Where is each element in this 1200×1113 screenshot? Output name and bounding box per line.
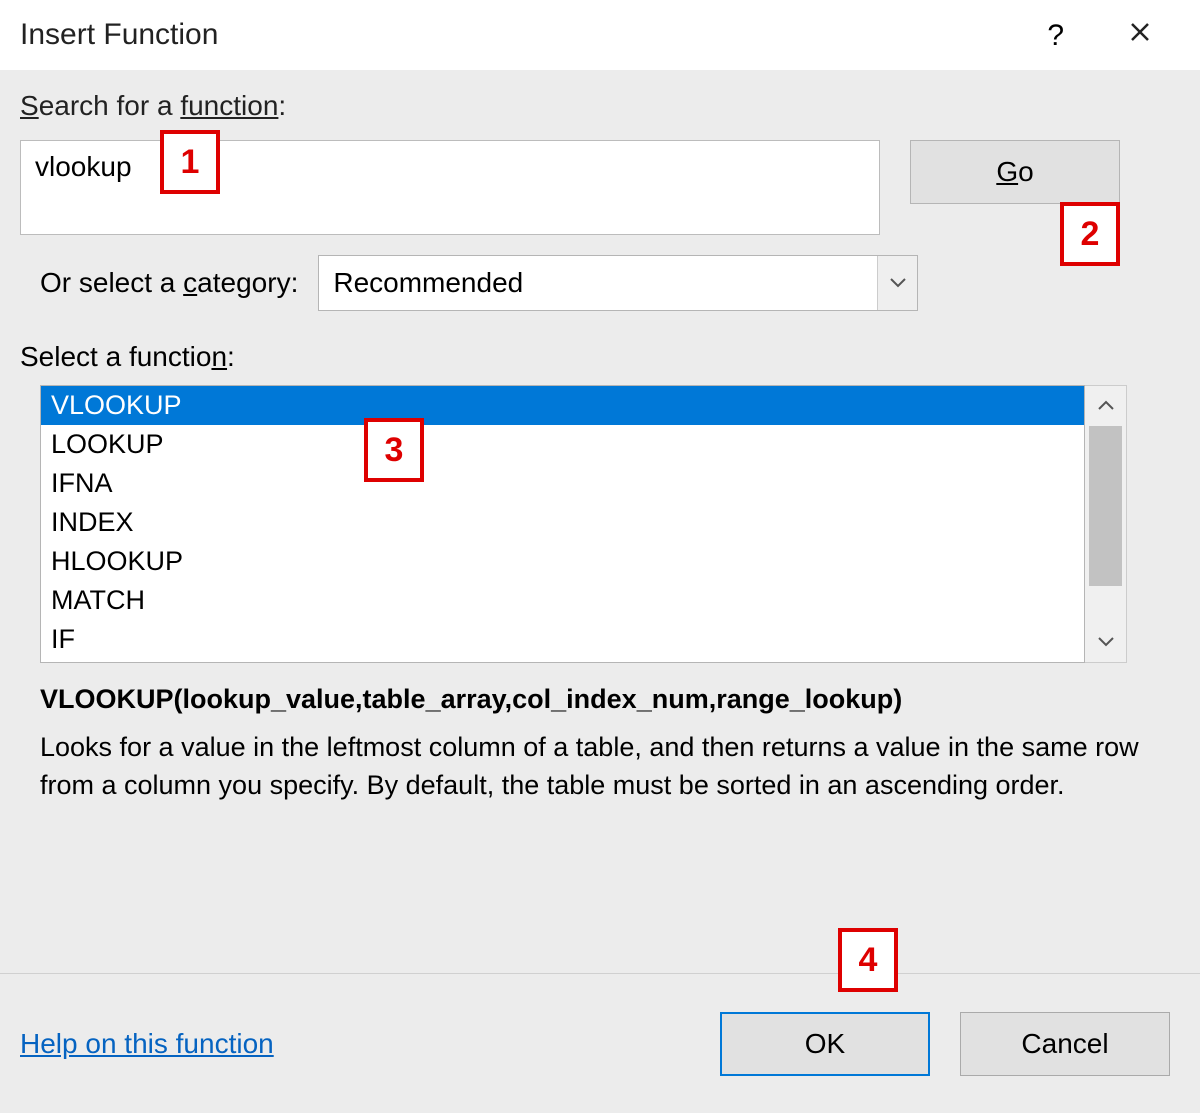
list-item[interactable]: INDEX [41, 503, 1084, 542]
close-button[interactable] [1120, 12, 1160, 52]
footer: Help on this function OK Cancel [0, 973, 1200, 1113]
search-row: Go [20, 140, 1180, 235]
list-item[interactable]: IFNA [41, 464, 1084, 503]
chevron-down-icon [877, 256, 917, 310]
list-item[interactable]: MATCH [41, 581, 1084, 620]
description-area: VLOOKUP(lookup_value,table_array,col_ind… [40, 681, 1160, 804]
function-signature: VLOOKUP(lookup_value,table_array,col_ind… [40, 681, 1160, 719]
function-description: Looks for a value in the leftmost column… [40, 729, 1160, 805]
listbox-container: VLOOKUPLOOKUPIFNAINDEXHLOOKUPMATCHIF [40, 385, 1180, 663]
function-listbox[interactable]: VLOOKUPLOOKUPIFNAINDEXHLOOKUPMATCHIF [40, 385, 1085, 663]
footer-buttons: OK Cancel [720, 1012, 1170, 1076]
close-icon [1128, 20, 1152, 44]
scroll-up-icon[interactable] [1085, 386, 1126, 426]
cancel-button[interactable]: Cancel [960, 1012, 1170, 1076]
dialog-title: Insert Function [20, 18, 218, 52]
search-input[interactable] [20, 140, 880, 235]
go-button[interactable]: Go [910, 140, 1120, 204]
category-row: Or select a category: Recommended [40, 255, 1180, 311]
dialog-body: Search for a function: Go Or select a ca… [0, 70, 1200, 804]
help-link[interactable]: Help on this function [20, 1028, 274, 1060]
search-label: Search for a function: [20, 90, 1180, 122]
list-item[interactable]: LOOKUP [41, 425, 1084, 464]
help-button[interactable]: ? [1041, 18, 1070, 54]
category-selected-value: Recommended [333, 267, 523, 299]
scroll-thumb[interactable] [1089, 426, 1122, 586]
category-select[interactable]: Recommended [318, 255, 918, 311]
titlebar: Insert Function ? [0, 0, 1200, 70]
insert-function-dialog: Insert Function ? Search for a function:… [0, 0, 1200, 1113]
scrollbar[interactable] [1085, 385, 1127, 663]
category-label: Or select a category: [40, 267, 298, 299]
function-list-label: Select a function: [20, 341, 1180, 373]
list-item[interactable]: HLOOKUP [41, 542, 1084, 581]
list-item[interactable]: VLOOKUP [41, 386, 1084, 425]
list-item[interactable]: IF [41, 620, 1084, 659]
scroll-down-icon[interactable] [1085, 622, 1126, 662]
ok-button[interactable]: OK [720, 1012, 930, 1076]
